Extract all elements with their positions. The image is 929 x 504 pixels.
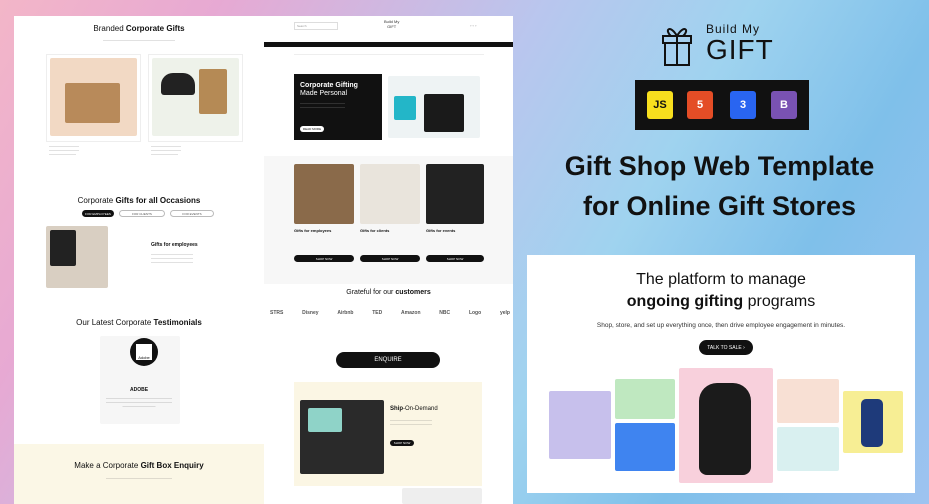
gifts-for-employees-title: Gifts for employees (151, 242, 198, 248)
product-tile-1 (549, 391, 611, 459)
adobe-logo: Adobe (130, 338, 158, 366)
customer-logo: Airbnb (337, 310, 354, 316)
hero-title-a: Corporate Gifting (300, 82, 358, 89)
category-events-title: Gifts for events (426, 228, 456, 233)
gift-card-1[interactable] (46, 54, 141, 142)
branded-intro-text: ———————————————————————— (103, 38, 175, 42)
category-employees-image (294, 164, 354, 224)
gift-card-2[interactable] (148, 54, 243, 142)
bootstrap-icon: B (771, 91, 797, 119)
gift-icon (662, 28, 692, 66)
shop-clients-button[interactable]: SHOP NOW (360, 255, 420, 262)
employees-text: —————————————— —————————————— ————————————… (151, 252, 193, 264)
hero-read-more-button[interactable]: READ MORE (300, 126, 324, 132)
cap-shape (161, 73, 195, 95)
enquiry-heading: Make a Corporate Gift Box Enquiry (74, 461, 204, 470)
occasions-heading: Corporate Gifts for all Occasions (77, 196, 201, 205)
ship-box-shape (308, 408, 342, 432)
hero-text: ——————————————— ——————————————— (300, 101, 345, 109)
platform-subtitle: Shop, store, and set up everything once,… (596, 322, 846, 329)
talk-to-sale-button[interactable]: TALK TO SALE › (699, 340, 753, 355)
product-tile-4 (777, 379, 839, 423)
mid-logo-line2: GIFT (387, 24, 397, 29)
category-clients-image (360, 164, 420, 224)
tab-for-events[interactable]: FOR EVENTS (170, 210, 214, 217)
header-icons[interactable]: ◦ ◦ ◦ (470, 23, 484, 28)
brand-logo: Build My GIFT (660, 20, 800, 72)
testimonial-text: —————————————————————— ——————————————————… (106, 396, 172, 408)
enquire-button[interactable]: ENQUIRE (336, 352, 440, 368)
category-employees-title: Gifts for employees (294, 228, 332, 233)
tab-for-clients[interactable]: FOR CLIENTS (119, 210, 165, 217)
testimonial-company: ADOBE (129, 387, 149, 393)
css3-icon: 3 (730, 91, 756, 119)
product-tile-5 (777, 427, 839, 471)
talk-to-sale-label: TALK TO SALE (707, 344, 742, 351)
nav-menu[interactable] (294, 52, 484, 55)
ship-text: —————————————— —————————————— (390, 418, 432, 426)
javascript-icon: JS (647, 91, 673, 119)
customer-logos: STRS Disney Airbnb TED Amazon NBC Logo y… (270, 310, 510, 316)
testimonials-heading: Our Latest Corporate Testimonials (76, 318, 202, 327)
middle-page-preview: Search Build My GIFT ◦ ◦ ◦ Corporate Gif… (264, 16, 513, 504)
ship-shop-now-button[interactable]: SHOP NOW (390, 440, 414, 446)
customer-logo: Disney (302, 310, 319, 316)
mid-logo[interactable]: Build My GIFT (384, 19, 399, 29)
backpack-shape (699, 383, 751, 475)
product-tile-3 (615, 423, 675, 471)
gift-box-shape (65, 83, 120, 123)
gift-card-1-text: —————————— —————————— ————————— (49, 144, 79, 156)
customer-logo: yelp (499, 310, 510, 316)
customer-logo: Amazon (401, 310, 421, 316)
left-page-preview: Branded Corporate Gifts ————————————————… (14, 16, 264, 504)
headline-line2: for Online Gift Stores (582, 191, 857, 221)
search-input[interactable]: Search (294, 22, 338, 30)
headline-line1: Gift Shop Web Template (564, 151, 875, 181)
bottle-shape (861, 399, 883, 447)
category-clients-title: Gifts for clients (360, 228, 390, 233)
hero-box-shape (394, 96, 416, 120)
category-events-image (426, 164, 484, 224)
customers-heading: Grateful for our customers (346, 289, 431, 296)
customer-logo: TED (372, 310, 383, 316)
brand-line2: GIFT (706, 34, 774, 65)
hero-bag-shape (424, 94, 464, 132)
shop-events-button[interactable]: SHOP NOW (426, 255, 484, 262)
announcement-bar (264, 42, 513, 47)
hero-title-b: Made Personal (300, 90, 348, 97)
enquiry-text: —————————————————————— (106, 476, 172, 480)
next-section-image (402, 488, 482, 504)
shop-employees-button[interactable]: SHOP NOW (294, 255, 354, 262)
tab-for-employees[interactable]: FOR EMPLOYEES (82, 210, 114, 217)
enquiry-section-bg (14, 444, 264, 504)
platform-title-line1: The platform to manage (636, 271, 806, 288)
platform-title-line2: ongoing gifting programs (626, 293, 816, 310)
tech-badges: JS 5 3 B (635, 80, 809, 130)
branded-gifts-heading: Branded Corporate Gifts (93, 24, 185, 33)
notebook-shape (199, 69, 227, 114)
ship-heading: Ship-On-Demand (390, 406, 438, 412)
page-headline: Gift Shop Web Template for Online Gift S… (527, 146, 912, 226)
customer-logo: STRS (270, 310, 284, 316)
adobe-logo-text: Adobe (136, 344, 152, 360)
customer-logo: Logo (468, 310, 482, 316)
platform-panel: The platform to manage ongoing gifting p… (527, 255, 915, 493)
product-tile-2 (615, 379, 675, 419)
employees-box-shape (50, 230, 76, 266)
gift-card-2-text: —————————— —————————— ————————— (151, 144, 181, 156)
html5-icon: 5 (687, 91, 713, 119)
customer-logo: NBC (439, 310, 451, 316)
